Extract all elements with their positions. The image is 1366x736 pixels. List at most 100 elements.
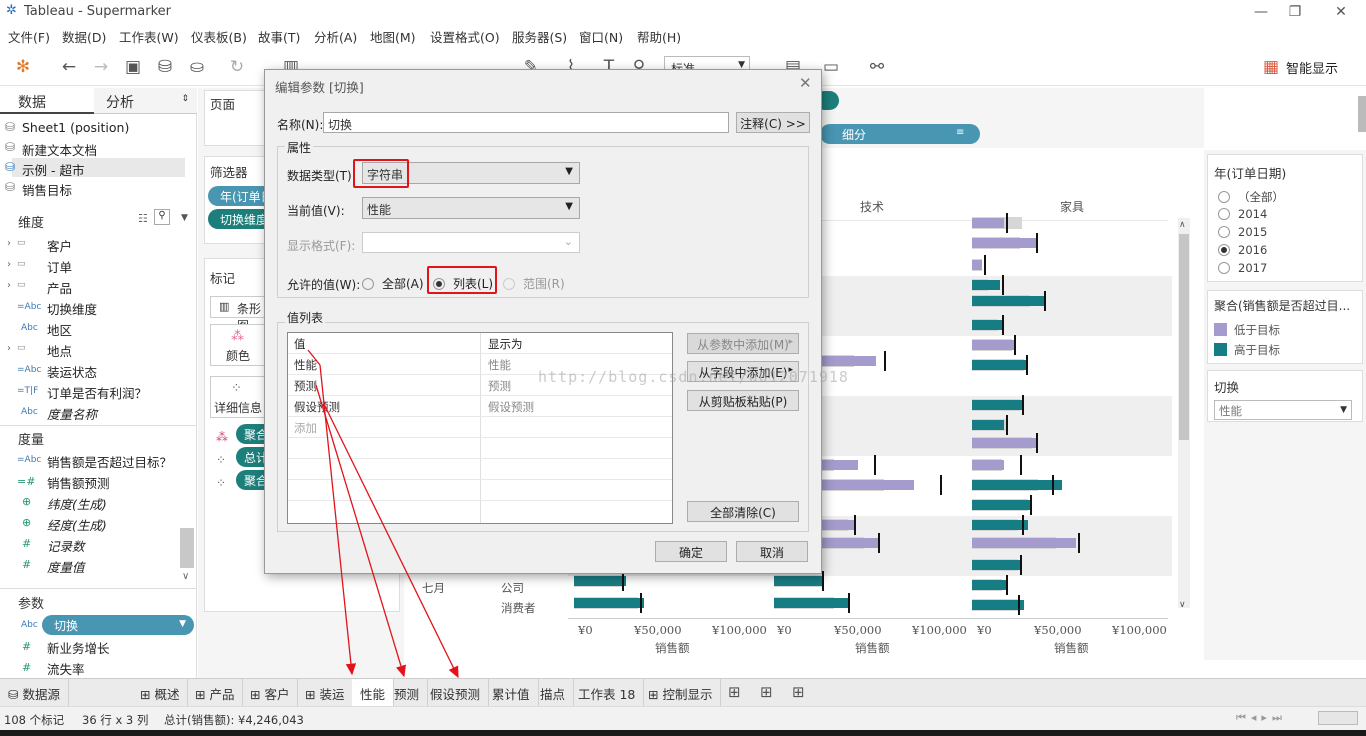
- switch-parameter-select[interactable]: 性能 ▼: [1214, 400, 1352, 420]
- legend-swatch-low[interactable]: [1214, 323, 1227, 336]
- year-option[interactable]: 2017: [1218, 261, 1267, 275]
- tab-sheet[interactable]: 描点: [532, 679, 575, 706]
- current-value-select[interactable]: 性能 ▼: [362, 197, 580, 219]
- refresh-icon[interactable]: ↻: [226, 56, 248, 78]
- menu-analysis[interactable]: 分析(A): [314, 27, 357, 46]
- measure-field[interactable]: 记录数: [47, 536, 85, 555]
- new-datasource-icon[interactable]: ⛁: [154, 56, 176, 78]
- scroll-up-icon[interactable]: ∧: [1179, 220, 1186, 230]
- measure-field[interactable]: 销售额预测: [47, 473, 110, 492]
- comment-button[interactable]: 注释(C) >>: [736, 112, 810, 133]
- new-story-icon[interactable]: ⊞: [792, 683, 805, 701]
- sales-bar[interactable]: [972, 280, 1000, 290]
- dimension-field[interactable]: 产品: [47, 278, 72, 297]
- year-option[interactable]: （全部）: [1218, 189, 1284, 205]
- pager-icon[interactable]: ⏮◂▸⏭: [1236, 711, 1287, 725]
- sales-bar[interactable]: [972, 520, 1028, 530]
- sales-bar[interactable]: [972, 400, 1024, 410]
- menu-dashboard[interactable]: 仪表板(B): [191, 27, 247, 46]
- scrollbar-thumb[interactable]: [1358, 96, 1366, 132]
- parameter-field[interactable]: 流失率: [47, 659, 85, 678]
- tab-dashboard[interactable]: ⊞ 控制显示: [640, 679, 722, 706]
- datasource-item[interactable]: ⛁ Sheet1 (position): [5, 120, 129, 135]
- sales-bar[interactable]: [972, 420, 1004, 430]
- clear-all-button[interactable]: 全部清除(C): [687, 501, 799, 522]
- sales-bar[interactable]: [972, 538, 1076, 548]
- measure-field[interactable]: 经度(生成): [47, 515, 107, 534]
- menu-window[interactable]: 窗口(N): [579, 27, 623, 46]
- scroll-down-icon[interactable]: ∨: [1179, 600, 1186, 610]
- dimension-field[interactable]: 装运状态: [47, 362, 97, 381]
- menu-help[interactable]: 帮助(H): [637, 27, 681, 46]
- new-dashboard-icon[interactable]: ⊞: [760, 683, 773, 701]
- sales-bar[interactable]: [972, 580, 1006, 590]
- sales-bar[interactable]: [972, 218, 1004, 228]
- tab-sheet[interactable]: 累计值: [484, 679, 539, 706]
- menu-data[interactable]: 数据(D): [62, 27, 106, 46]
- sales-bar[interactable]: [972, 500, 1030, 510]
- table-row[interactable]: 假设预测 假设预测: [288, 396, 672, 417]
- sales-bar[interactable]: [972, 560, 1020, 570]
- dimension-field[interactable]: 切换维度: [47, 299, 97, 318]
- sales-bar[interactable]: [972, 460, 1004, 470]
- menu-map[interactable]: 地图(M): [370, 27, 416, 46]
- sales-bar[interactable]: [972, 438, 1036, 448]
- sales-bar[interactable]: [774, 576, 824, 586]
- show-me-icon[interactable]: ▦: [1260, 56, 1282, 78]
- redo-icon[interactable]: →: [90, 56, 112, 78]
- restore-icon[interactable]: ❐: [1280, 2, 1310, 22]
- allowed-all-radio[interactable]: 全部(A): [362, 275, 424, 292]
- menu-worksheet[interactable]: 工作表(W): [119, 27, 179, 46]
- tab-sheet[interactable]: ⊞ 客户: [242, 679, 299, 706]
- search-icon[interactable]: ⚲: [154, 209, 170, 225]
- chevron-down-icon[interactable]: ▼: [181, 213, 188, 223]
- scrollbar-thumb[interactable]: [180, 528, 194, 568]
- new-worksheet-icon[interactable]: ⊞: [728, 683, 741, 701]
- year-option[interactable]: 2014: [1218, 207, 1267, 221]
- list-view-icon[interactable]: ☷: [138, 212, 148, 225]
- sales-bar[interactable]: [972, 480, 1062, 490]
- detail-button[interactable]: ⁘ 详细信息: [210, 376, 266, 418]
- measure-field[interactable]: 度量值: [47, 557, 85, 576]
- dimension-field[interactable]: 订单是否有利润？: [47, 383, 147, 402]
- measure-field[interactable]: 销售额是否超过目标？: [47, 452, 172, 471]
- name-input[interactable]: 切换: [323, 112, 729, 133]
- chevron-right-icon[interactable]: ›: [7, 343, 11, 354]
- sales-bar[interactable]: [574, 576, 626, 586]
- scroll-down-icon[interactable]: ∨: [182, 571, 189, 582]
- tab-sheet[interactable]: ⊞ 装运: [297, 679, 354, 706]
- sales-bar[interactable]: [972, 600, 1024, 610]
- add-from-parameter-button[interactable]: 从参数中添加(M) ▸: [687, 333, 799, 354]
- presentation-icon[interactable]: ▭: [820, 56, 842, 78]
- menu-format[interactable]: 设置格式(O): [430, 27, 500, 46]
- close-icon[interactable]: ✕: [1326, 2, 1356, 22]
- sales-bar[interactable]: [774, 598, 850, 608]
- viz-scrollbar-thumb[interactable]: [1179, 234, 1189, 440]
- table-row-add[interactable]: 添加: [288, 417, 672, 438]
- rows-pill[interactable]: 细分 ≡: [820, 124, 980, 144]
- dimension-field[interactable]: 地区: [47, 320, 72, 339]
- paste-from-clipboard-button[interactable]: 从剪贴板粘贴(P): [687, 390, 799, 411]
- tab-sheet[interactable]: 假设预测: [422, 679, 490, 706]
- tableau-home-icon[interactable]: ✻: [12, 56, 34, 78]
- undo-icon[interactable]: ←: [58, 56, 80, 78]
- sales-bar[interactable]: [574, 598, 644, 608]
- menu-server[interactable]: 服务器(S): [512, 27, 567, 46]
- ok-button[interactable]: 确定: [655, 541, 727, 562]
- tab-data[interactable]: 数据: [0, 88, 94, 114]
- chevron-right-icon[interactable]: ›: [7, 259, 11, 270]
- measure-field[interactable]: 纬度(生成): [47, 494, 107, 513]
- sales-bar[interactable]: [972, 238, 1036, 248]
- dimension-field[interactable]: 客户: [47, 236, 72, 255]
- sales-bar[interactable]: [972, 320, 1004, 330]
- tab-sheet[interactable]: ⊞ 产品: [187, 679, 244, 706]
- dimension-field[interactable]: 度量名称: [47, 404, 97, 423]
- mark-type-select[interactable]: ▥条形图: [210, 296, 270, 333]
- minimize-icon[interactable]: —: [1246, 2, 1276, 22]
- menu-story[interactable]: 故事(T): [258, 27, 300, 46]
- datasource-item[interactable]: ⛁ 销售目标: [5, 180, 72, 199]
- cancel-button[interactable]: 取消: [736, 541, 808, 562]
- year-option[interactable]: 2015: [1218, 225, 1267, 239]
- sales-bar[interactable]: [972, 360, 1028, 370]
- dimension-field[interactable]: 订单: [47, 257, 72, 276]
